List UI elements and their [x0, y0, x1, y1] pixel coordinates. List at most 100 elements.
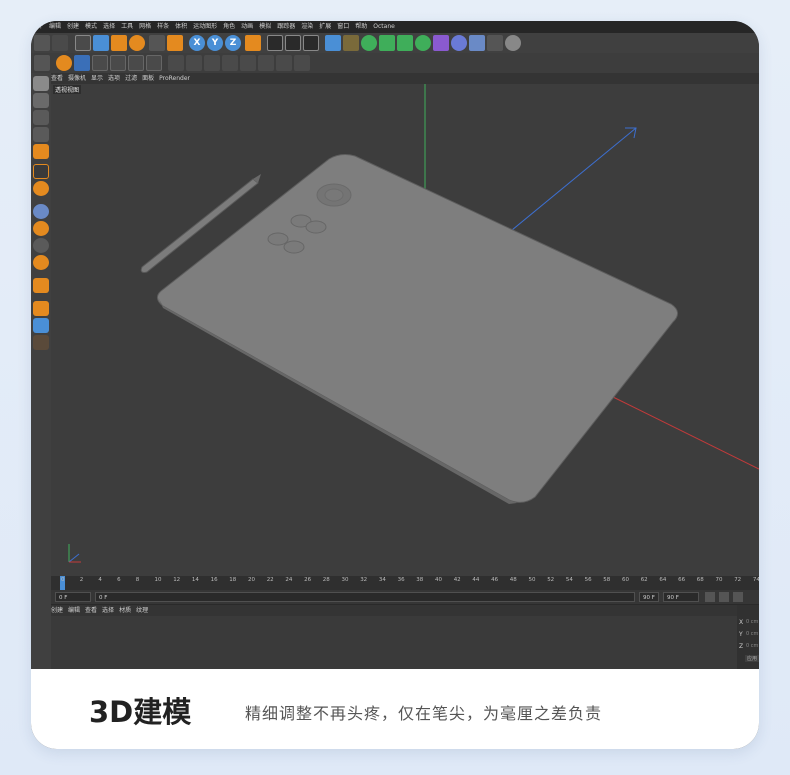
- menu-item-14[interactable]: 渲染: [301, 23, 313, 30]
- axis-mode-icon[interactable]: [168, 55, 184, 71]
- texture-mode-icon[interactable]: [74, 55, 90, 71]
- snap-icon[interactable]: [204, 55, 220, 71]
- workplane-icon[interactable]: [222, 55, 238, 71]
- align-icon[interactable]: [276, 55, 292, 71]
- coord-x-value[interactable]: 0 cm: [746, 619, 758, 625]
- previous-key-icon[interactable]: [719, 592, 729, 602]
- menu-item-12[interactable]: 模拟: [259, 23, 271, 30]
- workplane-lock-icon[interactable]: [33, 318, 49, 333]
- quantize-icon[interactable]: [33, 238, 49, 253]
- coord-z-value[interactable]: 0 cm: [746, 643, 758, 649]
- menu-item-18[interactable]: Octane: [373, 23, 395, 30]
- live-selection-icon[interactable]: [75, 35, 91, 51]
- scene-icon[interactable]: [451, 35, 467, 51]
- coord-y-value[interactable]: 0 cm: [746, 631, 758, 637]
- rotate-icon[interactable]: [129, 35, 145, 51]
- workplane-snap-icon[interactable]: [33, 255, 49, 270]
- axis-icon[interactable]: [33, 164, 49, 179]
- snap-settings-icon[interactable]: [33, 221, 49, 236]
- end-frame-field[interactable]: 90 F: [639, 592, 659, 602]
- magnet-icon[interactable]: [33, 278, 49, 293]
- viewport-menu-item-5[interactable]: 面板: [142, 75, 154, 82]
- viewport-menu-item-0[interactable]: 查看: [51, 75, 63, 82]
- soft-selection-icon[interactable]: [33, 335, 49, 350]
- max-frame-field[interactable]: 90 F: [663, 592, 699, 602]
- cube-icon[interactable]: [325, 35, 341, 51]
- subdivision-icon[interactable]: [361, 35, 377, 51]
- material-menu-item-1[interactable]: 编辑: [68, 607, 80, 614]
- menu-item-10[interactable]: 角色: [223, 23, 235, 30]
- viewport-menu-item-2[interactable]: 显示: [91, 75, 103, 82]
- menu-item-16[interactable]: 窗口: [337, 23, 349, 30]
- camera-icon[interactable]: [487, 35, 503, 51]
- recent-tools-icon[interactable]: [149, 35, 165, 51]
- coordinate-system-icon[interactable]: [245, 35, 261, 51]
- apply-button[interactable]: 应用: [745, 655, 759, 662]
- material-menu-item-2[interactable]: 查看: [85, 607, 97, 614]
- menu-item-1[interactable]: 编辑: [49, 23, 61, 30]
- menu-item-8[interactable]: 体积: [175, 23, 187, 30]
- polygons-mode-icon[interactable]: [128, 55, 144, 71]
- grid-icon[interactable]: [258, 55, 274, 71]
- make-editable-icon[interactable]: [34, 55, 50, 71]
- viewport-menu-item-3[interactable]: 选项: [108, 75, 120, 82]
- array-icon[interactable]: [379, 35, 395, 51]
- points-mode-icon[interactable]: [92, 55, 108, 71]
- pen-icon[interactable]: [343, 35, 359, 51]
- timeline-ruler[interactable]: 0 2 4 6 8 10 12 14 16 18 20 22 24 26 28 30 32 34 36 38 40 42 4…: [51, 576, 759, 590]
- tweak-icon[interactable]: [33, 181, 49, 196]
- scale-icon[interactable]: [111, 35, 127, 51]
- edges-mode-icon[interactable]: [110, 55, 126, 71]
- viewport-menu-item-4[interactable]: 过滤: [125, 75, 137, 82]
- menu-item-6[interactable]: 网格: [139, 23, 151, 30]
- menu-item-5[interactable]: 工具: [121, 23, 133, 30]
- menu-item-9[interactable]: 运动图形: [193, 23, 217, 30]
- go-to-start-icon[interactable]: [705, 592, 715, 602]
- render-view-icon[interactable]: [267, 35, 283, 51]
- polygons-icon[interactable]: [33, 144, 49, 159]
- menu-item-11[interactable]: 动画: [241, 23, 253, 30]
- menu-item-0[interactable]: 文件: [31, 23, 43, 30]
- menu-item-17[interactable]: 帮助: [355, 23, 367, 30]
- viewport-menu-item-6[interactable]: ProRender: [159, 75, 190, 82]
- menu-item-13[interactable]: 跟踪器: [277, 23, 295, 30]
- perspective-viewport[interactable]: 透视视图: [51, 84, 759, 576]
- points-icon[interactable]: [33, 110, 49, 125]
- render-settings-icon[interactable]: [303, 35, 319, 51]
- boole-icon[interactable]: [397, 35, 413, 51]
- material-menu-item-0[interactable]: 创建: [51, 607, 63, 614]
- solo-icon[interactable]: [294, 55, 310, 71]
- undo-icon[interactable]: [34, 35, 50, 51]
- redo-icon[interactable]: [52, 35, 68, 51]
- mesh-icon[interactable]: [33, 93, 49, 108]
- render-picture-viewer-icon[interactable]: [285, 35, 301, 51]
- light-icon[interactable]: [505, 35, 521, 51]
- lock-workplane-icon[interactable]: [240, 55, 256, 71]
- axis-z-button[interactable]: Z: [225, 35, 241, 51]
- menu-item-4[interactable]: 选择: [103, 23, 115, 30]
- axis-y-button[interactable]: Y: [207, 35, 223, 51]
- deformer-icon[interactable]: [433, 35, 449, 51]
- material-menu-item-3[interactable]: 选择: [102, 607, 114, 614]
- menu-item-7[interactable]: 样条: [157, 23, 169, 30]
- tweak-mode-icon[interactable]: [186, 55, 202, 71]
- snap-enable-icon[interactable]: [33, 204, 49, 219]
- uv-mode-icon[interactable]: [146, 55, 162, 71]
- start-frame-field[interactable]: 0 F: [55, 592, 91, 602]
- floor-icon[interactable]: [469, 35, 485, 51]
- axis-x-button[interactable]: X: [189, 35, 205, 51]
- cloner-icon[interactable]: [415, 35, 431, 51]
- previous-frame-icon[interactable]: [733, 592, 743, 602]
- layers-icon[interactable]: [33, 301, 49, 316]
- menu-item-3[interactable]: 模式: [85, 23, 97, 30]
- edges-icon[interactable]: [33, 127, 49, 142]
- current-frame-field[interactable]: 0 F: [95, 592, 635, 602]
- model-icon[interactable]: [33, 76, 49, 91]
- material-menu-item-4[interactable]: 材质: [119, 607, 131, 614]
- menu-item-2[interactable]: 创建: [67, 23, 79, 30]
- menu-item-15[interactable]: 扩展: [319, 23, 331, 30]
- move-icon[interactable]: [93, 35, 109, 51]
- model-mode-icon[interactable]: [56, 55, 72, 71]
- viewport-menu-item-1[interactable]: 摄像机: [68, 75, 86, 82]
- add-icon[interactable]: [167, 35, 183, 51]
